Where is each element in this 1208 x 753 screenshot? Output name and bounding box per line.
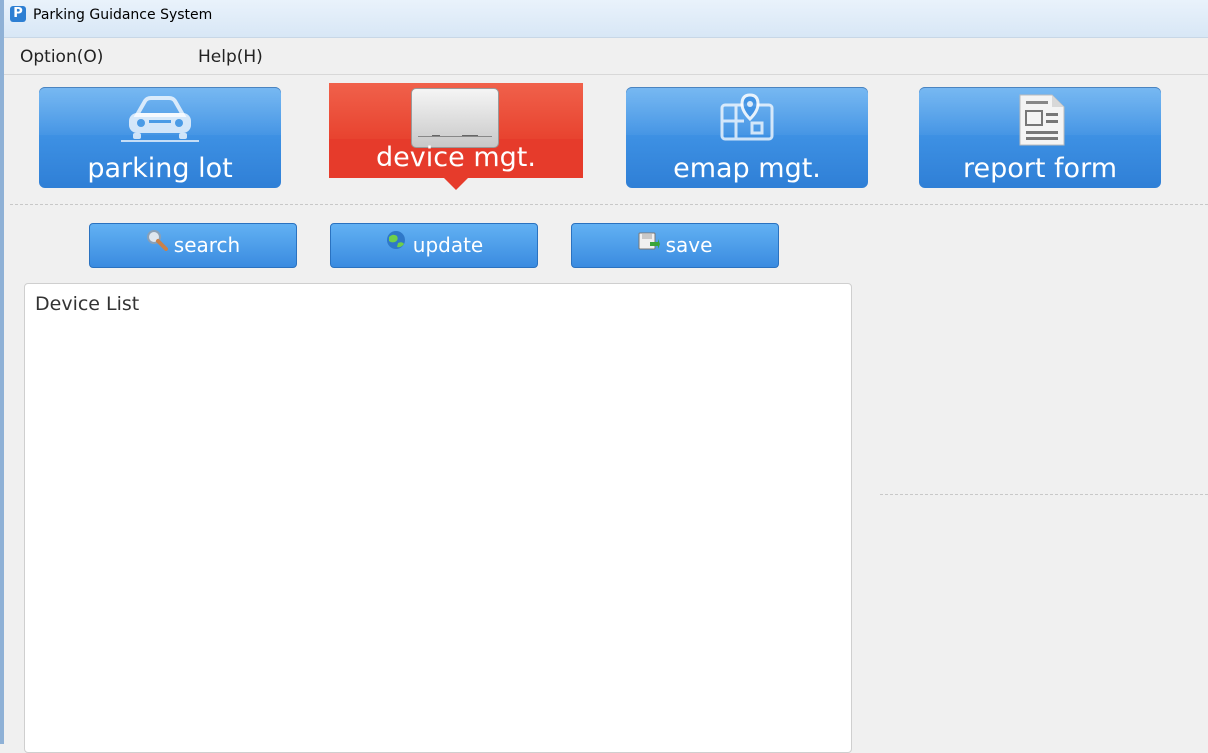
nav-parking-lot-label: parking lot: [87, 153, 233, 184]
right-pane-divider: [880, 494, 1208, 495]
save-disk-icon: [638, 223, 660, 266]
nav-emap-mgt-button[interactable]: emap mgt.: [626, 87, 868, 188]
update-button-label: update: [412, 233, 484, 257]
magnifier-icon: [146, 223, 168, 266]
device-list-title: Device List: [35, 293, 140, 315]
app-logo-icon: P: [10, 6, 26, 22]
window-title: Parking Guidance System: [33, 7, 213, 23]
nav-report-form-label: report form: [963, 153, 1117, 184]
update-button[interactable]: update: [330, 223, 538, 268]
active-tab-pointer: [444, 178, 468, 190]
title-bar: P Parking Guidance System: [4, 0, 1208, 38]
menu-help[interactable]: Help(H): [198, 47, 263, 67]
car-icon: [115, 93, 205, 147]
nav-report-form-button[interactable]: report form: [919, 87, 1161, 188]
menu-option[interactable]: Option(O): [20, 47, 103, 67]
save-button-label: save: [665, 233, 713, 257]
globe-refresh-icon: [385, 223, 407, 266]
device-box-icon: [411, 88, 499, 148]
search-button[interactable]: search: [89, 223, 297, 268]
save-button[interactable]: save: [571, 223, 779, 268]
device-list-panel[interactable]: Device List: [24, 283, 852, 753]
document-icon: [1010, 93, 1070, 151]
nav-device-mgt-label: device mgt.: [376, 142, 536, 173]
nav-device-mgt-button[interactable]: device mgt.: [329, 83, 583, 190]
menu-bar: Option(O) Help(H): [4, 38, 1208, 75]
nav-emap-mgt-label: emap mgt.: [673, 153, 821, 184]
toolbar-divider: [10, 204, 1208, 205]
map-pin-icon: [712, 93, 782, 147]
nav-parking-lot-button[interactable]: parking lot: [39, 87, 281, 188]
app-window: P Parking Guidance System Option(O) Help…: [0, 0, 1208, 753]
search-button-label: search: [173, 233, 241, 257]
